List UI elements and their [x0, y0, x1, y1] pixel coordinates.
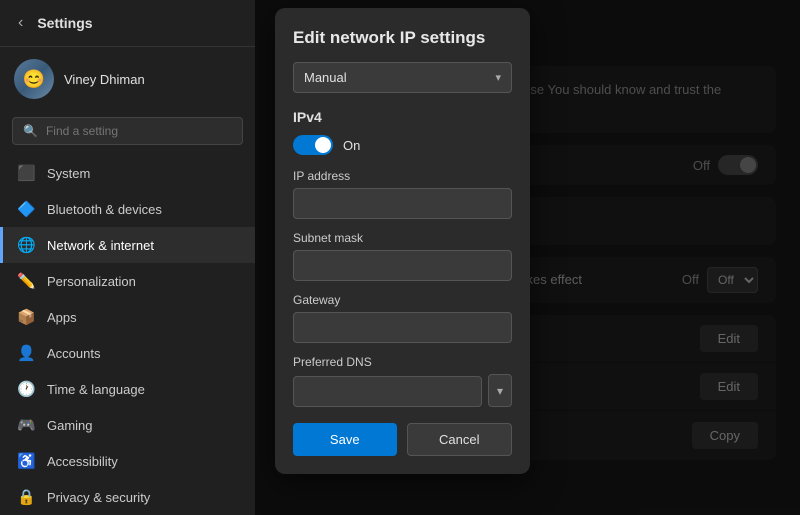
search-icon: 🔍	[23, 124, 38, 138]
sidebar-item-apps[interactable]: 📦 Apps	[0, 299, 255, 335]
gateway-label: Gateway	[293, 293, 512, 307]
sidebar-item-accounts[interactable]: 👤 Accounts	[0, 335, 255, 371]
manual-dropdown[interactable]: Manual ▾	[293, 62, 512, 93]
user-name: Viney Dhiman	[64, 72, 145, 87]
apps-icon: 📦	[17, 308, 35, 326]
sidebar-item-privacy[interactable]: 🔒 Privacy & security	[0, 479, 255, 515]
personalization-icon: ✏️	[17, 272, 35, 290]
ipv4-toggle-row[interactable]: On	[293, 135, 512, 155]
sidebar-item-accessibility[interactable]: ♿ Accessibility	[0, 443, 255, 479]
ip-address-input[interactable]	[293, 188, 512, 219]
search-input[interactable]	[46, 124, 232, 138]
sidebar-item-label: Privacy & security	[47, 490, 150, 505]
ipv4-toggle-label: On	[343, 138, 360, 153]
ipv4-heading: IPv4	[293, 109, 512, 125]
dns-expand-icon[interactable]: ▾	[488, 374, 512, 407]
search-box[interactable]: 🔍	[12, 117, 243, 145]
sidebar-item-label: Accessibility	[47, 454, 118, 469]
dialog-actions: Save Cancel	[293, 423, 512, 456]
network-icon: 🌐	[17, 236, 35, 254]
save-button[interactable]: Save	[293, 423, 397, 456]
sidebar-item-label: System	[47, 166, 90, 181]
gaming-icon: 🎮	[17, 416, 35, 434]
subnet-mask-label: Subnet mask	[293, 231, 512, 245]
dialog-title: Edit network IP settings	[293, 28, 512, 48]
privacy-icon: 🔒	[17, 488, 35, 506]
sidebar-item-personalization[interactable]: ✏️ Personalization	[0, 263, 255, 299]
ipv4-toggle-thumb	[315, 137, 331, 153]
preferred-dns-input[interactable]	[293, 376, 482, 407]
sidebar-item-label: Bluetooth & devices	[47, 202, 162, 217]
sidebar-item-gaming[interactable]: 🎮 Gaming	[0, 407, 255, 443]
sidebar-item-time[interactable]: 🕐 Time & language	[0, 371, 255, 407]
sidebar-title: Settings	[37, 15, 92, 31]
sidebar-header: ‹ Settings	[0, 0, 255, 47]
sidebar-item-label: Network & internet	[47, 238, 154, 253]
preferred-dns-row: ▾	[293, 374, 512, 407]
sidebar-item-label: Time & language	[47, 382, 145, 397]
main-content: Wi-Fi › Galaxy A517C0F k. Select this if…	[255, 0, 800, 515]
ipv4-toggle[interactable]	[293, 135, 333, 155]
dropdown-value: Manual	[304, 70, 347, 85]
edit-ip-dialog: Edit network IP settings Manual ▾ IPv4 O…	[275, 8, 530, 474]
sidebar-item-bluetooth[interactable]: 🔷 Bluetooth & devices	[0, 191, 255, 227]
sidebar: ‹ Settings 😊 Viney Dhiman 🔍 ⬛ System 🔷 B…	[0, 0, 255, 515]
dialog-scroll-area: IPv4 On IP address Subnet mask Gateway P…	[293, 109, 512, 407]
ip-address-label: IP address	[293, 169, 512, 183]
cancel-button[interactable]: Cancel	[407, 423, 513, 456]
sidebar-item-system[interactable]: ⬛ System	[0, 155, 255, 191]
sidebar-item-label: Gaming	[47, 418, 93, 433]
avatar-image: 😊	[14, 59, 54, 99]
time-icon: 🕐	[17, 380, 35, 398]
sidebar-item-label: Accounts	[47, 346, 100, 361]
sidebar-item-label: Personalization	[47, 274, 136, 289]
accessibility-icon: ♿	[17, 452, 35, 470]
sidebar-item-label: Apps	[47, 310, 77, 325]
bluetooth-icon: 🔷	[17, 200, 35, 218]
gateway-input[interactable]	[293, 312, 512, 343]
sidebar-item-network[interactable]: 🌐 Network & internet	[0, 227, 255, 263]
avatar: 😊	[14, 59, 54, 99]
system-icon: ⬛	[17, 164, 35, 182]
accounts-icon: 👤	[17, 344, 35, 362]
preferred-dns-label: Preferred DNS	[293, 355, 512, 369]
back-button[interactable]: ‹	[12, 10, 29, 36]
subnet-mask-input[interactable]	[293, 250, 512, 281]
nav-list: ⬛ System 🔷 Bluetooth & devices 🌐 Network…	[0, 155, 255, 515]
user-profile[interactable]: 😊 Viney Dhiman	[0, 47, 255, 111]
chevron-down-icon: ▾	[495, 71, 501, 84]
